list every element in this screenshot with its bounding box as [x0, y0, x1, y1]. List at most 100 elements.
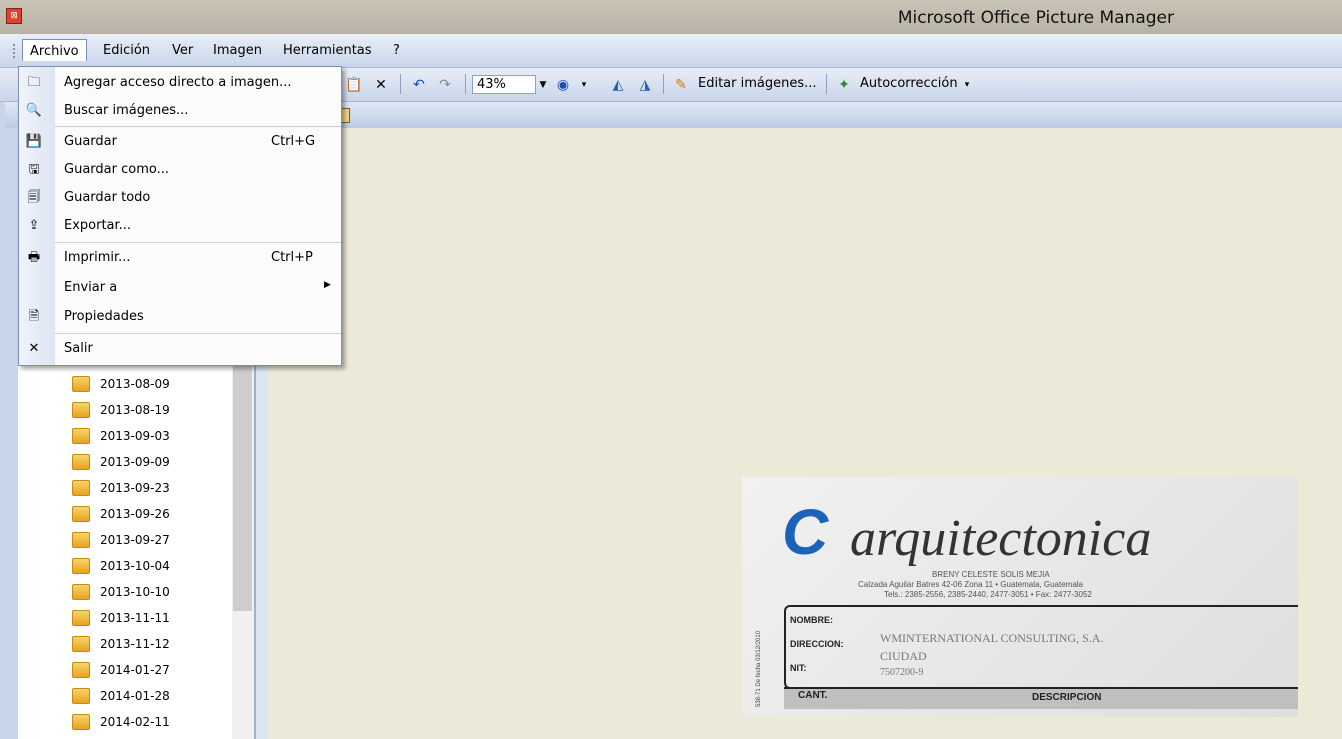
menu-edicion[interactable]: Edición [103, 43, 150, 58]
folder-item[interactable]: 2014-01-28 [72, 685, 232, 711]
folder-item[interactable]: 2014-01-27 [72, 659, 232, 685]
folder-icon [72, 532, 90, 548]
folder-icon [72, 428, 90, 444]
edit-images-button[interactable]: Editar imágenes... [698, 76, 817, 91]
file-menu-item-label: Guardar [64, 134, 117, 149]
folder-item[interactable]: 2013-09-03 [72, 425, 232, 451]
toolbar-separator [826, 74, 827, 94]
rotate-left-icon[interactable]: ◭ [609, 76, 627, 94]
menu-separator [55, 333, 341, 334]
file-menu-item-label: Buscar imágenes... [64, 103, 189, 118]
file-menu-item[interactable]: 🔍 Buscar imágenes... [19, 98, 341, 126]
folder-item[interactable]: 2013-10-04 [72, 555, 232, 581]
file-menu-item[interactable]: ⇪ Exportar... [19, 213, 341, 241]
file-menu-item-label: Salir [64, 341, 93, 356]
receipt-owner: BRENY CELESTE SOLIS MEJIA [932, 570, 1050, 579]
folder-icon [72, 506, 90, 522]
file-menu-item-shortcut: Ctrl+P [271, 250, 313, 265]
folder-label: 2014-02-11 [100, 715, 170, 729]
submenu-arrow-icon: ▶ [324, 280, 331, 290]
toolbar-options-icon[interactable]: ▾ [575, 76, 593, 94]
folder-icon [72, 688, 90, 704]
file-menu-item-label: Exportar... [64, 218, 132, 233]
chevron-down-icon[interactable]: ▼ [534, 76, 552, 94]
undo-icon[interactable]: ↶ [410, 76, 428, 94]
receipt-side-text: 538-71 De fecha 03/12/2010 [756, 630, 762, 707]
folder-icon [72, 662, 90, 678]
menu-imagen[interactable]: Imagen [213, 43, 262, 58]
menu-ver[interactable]: Ver [172, 43, 193, 58]
folder-item[interactable]: 2013-09-23 [72, 477, 232, 503]
save-icon: 💾 [25, 134, 43, 149]
folder-item[interactable]: 2013-09-26 [72, 503, 232, 529]
menu-help[interactable]: ? [393, 43, 400, 58]
file-menu-item[interactable]: 🖶 Imprimir... Ctrl+P [19, 245, 341, 273]
folder-item[interactable]: 2013-11-11 [72, 607, 232, 633]
file-menu-item[interactable]: 🗐 Guardar todo [19, 185, 341, 213]
folder-item[interactable]: 2013-10-10 [72, 581, 232, 607]
toolbar-separator [663, 74, 664, 94]
folder-icon [72, 558, 90, 574]
direccion-label: DIRECCION: [790, 639, 844, 649]
receipt-image: C arquitectonica BRENY CELESTE SOLIS MEJ… [742, 477, 1298, 717]
folder-icon [72, 480, 90, 496]
folder-label: 2013-11-11 [100, 611, 170, 625]
folder-label: 2014-01-28 [100, 689, 170, 703]
folder-label: 2013-09-27 [100, 533, 170, 547]
file-menu-item[interactable]: 🗀 Agregar acceso directo a imagen... [19, 70, 341, 98]
print-icon: 🖶 [27, 250, 41, 265]
folder-item[interactable]: 2013-08-19 [72, 399, 232, 425]
folder-icon [72, 636, 90, 652]
folder-icon [72, 610, 90, 626]
toolbar-options-icon[interactable]: ▾ [958, 76, 976, 94]
folder-item[interactable]: 2013-09-27 [72, 529, 232, 555]
folder-label: 2014-01-27 [100, 663, 170, 677]
menu-separator [55, 242, 341, 243]
file-menu-item[interactable]: ✕ Salir [19, 336, 341, 364]
folder-label: 2013-10-10 [100, 585, 170, 599]
folder-label: 2013-09-23 [100, 481, 170, 495]
folder-icon [72, 714, 90, 730]
file-menu-dropdown: 🗀 Agregar acceso directo a imagen... 🔍 Busc… [18, 66, 342, 366]
zoom-combo[interactable]: 43% [472, 75, 536, 94]
nit-value: 7507200-9 [880, 667, 924, 678]
help-icon[interactable]: ◉ [554, 76, 572, 94]
menu-separator [55, 126, 341, 127]
edit-images-icon[interactable]: ✎ [672, 76, 690, 94]
paste-icon[interactable]: 📋 [345, 76, 363, 94]
descripcion-header: DESCRIPCION [1032, 692, 1102, 703]
menu-herramientas[interactable]: Herramientas [283, 43, 372, 58]
toolbar-grip[interactable] [13, 44, 18, 58]
file-menu-item[interactable]: 🖫 Guardar como... [19, 157, 341, 185]
file-menu-item[interactable]: 🗎 Propiedades [19, 304, 341, 332]
direccion-value: CIUDAD [880, 649, 927, 663]
autocorrect-button[interactable]: Autocorrección [860, 76, 958, 91]
folder-icon [72, 454, 90, 470]
autocorrect-icon[interactable]: ✦ [835, 76, 853, 94]
file-menu-item-shortcut: Ctrl+G [271, 134, 316, 149]
folder-label: 2013-08-09 [100, 377, 170, 391]
redo-icon[interactable]: ↷ [436, 76, 454, 94]
file-menu-item[interactable]: 💾 Guardar Ctrl+G [19, 129, 341, 157]
search-images-icon: 🔍 [25, 103, 43, 118]
menu-bar: Archivo Edición Ver Imagen Herramientas … [0, 34, 1342, 68]
receipt-brand: arquitectonica [850, 510, 1152, 567]
app-icon[interactable]: ⊠ [6, 8, 22, 24]
menu-archivo[interactable]: Archivo [22, 39, 87, 61]
add-shortcut-icon: 🗀 [27, 75, 41, 90]
folder-item[interactable]: 2013-08-09 [72, 373, 232, 399]
file-menu-item-label: Enviar a [64, 280, 118, 295]
folder-item[interactable]: 2013-09-09 [72, 451, 232, 477]
folder-item[interactable]: 2014-02-11 [72, 711, 232, 737]
save-as-icon: 🖫 [28, 162, 40, 177]
file-menu-item-label: Imprimir... [64, 250, 131, 265]
toolbar-separator [400, 74, 401, 94]
folder-item[interactable]: 2013-11-12 [72, 633, 232, 659]
folder-label: 2013-11-12 [100, 637, 170, 651]
rotate-right-icon[interactable]: ◮ [636, 76, 654, 94]
export-icon: ⇪ [28, 218, 40, 233]
file-menu-item[interactable]: Enviar a ▶ [19, 275, 341, 303]
folder-label: 2013-09-03 [100, 429, 170, 443]
delete-icon[interactable]: ✕ [372, 76, 390, 94]
folder-label: 2013-08-19 [100, 403, 170, 417]
